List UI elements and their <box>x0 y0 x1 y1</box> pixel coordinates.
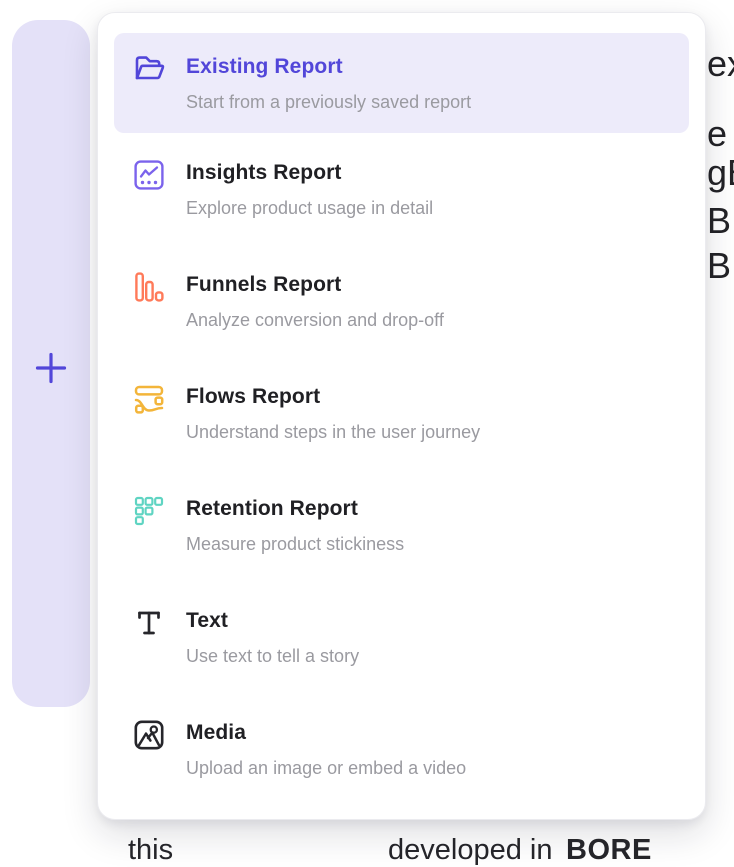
add-content-menu: Existing Report Start from a previously … <box>97 12 706 820</box>
menu-item-flows-report[interactable]: Flows Report Understand steps in the use… <box>114 357 689 469</box>
background-text-fragment: gB <box>707 155 734 191</box>
menu-item-description: Explore product usage in detail <box>186 196 433 220</box>
background-text-fragment: B <box>707 248 731 284</box>
menu-item-description: Use text to tell a story <box>186 644 359 668</box>
menu-item-description: Upload an image or embed a video <box>186 756 466 780</box>
add-content-button[interactable] <box>34 351 68 385</box>
background-text-fragment: e <box>707 116 727 152</box>
media-image-icon <box>132 718 166 752</box>
open-folder-icon <box>132 52 166 86</box>
funnel-bars-icon <box>132 270 166 304</box>
menu-item-description: Analyze conversion and drop-off <box>186 308 444 332</box>
retention-grid-icon <box>132 494 166 528</box>
menu-item-insights-report[interactable]: Insights Report Explore product usage in… <box>114 133 689 245</box>
menu-item-title: Media <box>186 718 466 748</box>
menu-item-title: Text <box>186 606 359 636</box>
insights-line-chart-icon <box>132 158 166 192</box>
text-serif-t-icon <box>132 606 166 640</box>
menu-item-title: Insights Report <box>186 158 433 188</box>
background-text-fragment: ex <box>707 46 734 82</box>
menu-item-title: Flows Report <box>186 382 480 412</box>
background-text-fragment: B <box>707 203 731 239</box>
menu-item-media[interactable]: Media Upload an image or embed a video <box>114 693 689 805</box>
menu-item-title: Retention Report <box>186 494 404 524</box>
menu-item-description: Measure product stickiness <box>186 532 404 556</box>
background-text-fragment: developed in <box>388 835 552 867</box>
add-content-rail <box>12 20 90 707</box>
background-text-line: this developed in BORE <box>0 835 734 848</box>
menu-item-title: Funnels Report <box>186 270 444 300</box>
plus-icon <box>34 351 68 385</box>
menu-item-existing-report[interactable]: Existing Report Start from a previously … <box>114 33 689 133</box>
flows-path-icon <box>132 382 166 416</box>
menu-item-title: Existing Report <box>186 52 471 82</box>
menu-item-text[interactable]: Text Use text to tell a story <box>114 581 689 693</box>
background-text-fragment: this <box>128 835 173 867</box>
background-text-fragment: BORE <box>566 835 652 867</box>
menu-item-retention-report[interactable]: Retention Report Measure product stickin… <box>114 469 689 581</box>
menu-item-description: Start from a previously saved report <box>186 90 471 114</box>
menu-item-funnels-report[interactable]: Funnels Report Analyze conversion and dr… <box>114 245 689 357</box>
menu-item-description: Understand steps in the user journey <box>186 420 480 444</box>
